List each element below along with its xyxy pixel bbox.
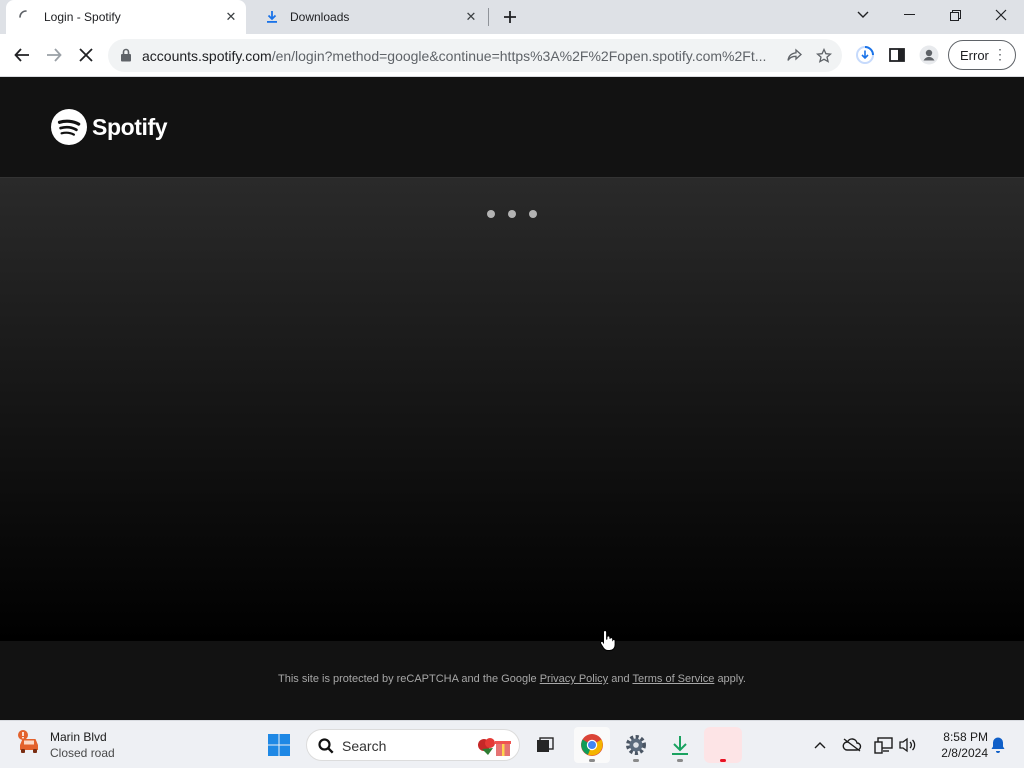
spotify-wordmark: Spotify [92,113,168,140]
close-tab-icon[interactable]: ✕ [220,6,242,28]
error-button[interactable]: Error ⋮ [948,40,1016,70]
address-bar[interactable]: accounts.spotify.com/en/login?method=goo… [108,39,842,72]
weather-location: Marin Blvd [50,730,107,744]
terms-of-service-link[interactable]: Terms of Service [632,673,714,685]
minimize-icon[interactable] [886,0,932,30]
tab-login-spotify[interactable]: Login - Spotify ✕ [6,0,246,34]
restore-icon[interactable] [932,0,978,30]
page-viewport: Spotify This site is protected by reCAPT… [0,77,1024,720]
task-view-icon [537,737,554,752]
settings-taskbar-button[interactable] [618,727,654,763]
chevron-up-icon[interactable] [808,733,832,757]
side-panel-icon[interactable] [883,41,911,69]
clock-time: 8:58 PM [943,730,988,744]
bookmark-star-icon[interactable] [814,46,834,66]
tab-title: Login - Spotify [44,10,121,24]
login-content-area [0,177,1024,641]
url-host: accounts.spotify.com [142,48,272,64]
privacy-policy-link[interactable]: Privacy Policy [540,673,608,685]
onedrive-offline-icon[interactable] [840,733,864,757]
recaptcha-and-text: and [611,673,630,685]
app-flash-highlight [704,727,742,763]
loading-dot [508,210,516,218]
spotify-logo-icon [51,109,87,145]
tab-separator [488,8,489,26]
back-icon[interactable] [8,41,36,69]
attention-indicator [720,759,726,762]
stop-loading-icon[interactable] [72,41,100,69]
start-button[interactable] [261,727,297,763]
weather-widget[interactable]: Marin Blvd Closed road [16,729,115,761]
tab-downloads[interactable]: Downloads ✕ [252,0,486,34]
loading-dot [487,210,495,218]
download-icon [264,9,280,25]
flashing-app-taskbar-button[interactable] [704,727,742,763]
gear-icon [626,735,646,755]
loading-spinner-icon [18,9,34,25]
url-path: /en/login?method=google&continue=https%3… [271,48,767,64]
task-view-button[interactable] [527,727,563,763]
network-icon[interactable] [872,733,896,757]
share-icon[interactable] [784,46,804,66]
spotify-header: Spotify [0,77,1024,177]
more-vert-icon: ⋮ [993,46,1007,62]
running-indicator [677,759,683,762]
windows-taskbar: Marin Blvd Closed road Search 8:58 PM 2/… [0,720,1024,768]
downloads-progress-icon[interactable] [851,41,879,69]
downloads-taskbar-button[interactable] [662,727,698,763]
system-clock[interactable]: 8:58 PM 2/8/2024 [928,729,988,761]
clock-date: 2/8/2024 [941,746,988,760]
spotify-logo[interactable]: Spotify [51,109,168,145]
weather-status: Closed road [50,746,115,760]
search-icon [318,738,334,754]
recaptcha-notice: This site is protected by reCAPTCHA and … [0,673,1024,685]
tab-strip: Login - Spotify ✕ Downloads ✕ [0,0,1024,34]
download-arrow-icon [672,736,688,755]
recaptcha-text: This site is protected by reCAPTCHA and … [278,673,537,685]
notification-bell-icon[interactable] [986,733,1010,757]
hand-pointer-cursor-icon [600,629,616,656]
chrome-icon [581,734,603,756]
url-text[interactable]: accounts.spotify.com/en/login?method=goo… [142,48,772,64]
forward-icon[interactable] [40,41,68,69]
profile-avatar-icon[interactable] [915,41,943,69]
recaptcha-apply-text: apply. [717,673,746,685]
loading-dots-indicator [487,210,537,220]
close-tab-icon[interactable]: ✕ [460,6,482,28]
close-window-icon[interactable] [978,0,1024,30]
running-indicator [633,759,639,762]
browser-toolbar: accounts.spotify.com/en/login?method=goo… [0,34,1024,77]
windows-logo-icon [268,734,290,756]
recaptcha-footer: This site is protected by reCAPTCHA and … [0,641,1024,720]
tab-search-icon[interactable] [840,0,886,30]
search-placeholder: Search [342,738,387,754]
taskbar-search[interactable]: Search [306,729,520,761]
running-indicator [589,759,595,762]
tab-title: Downloads [290,10,350,24]
new-tab-button[interactable] [498,5,522,29]
loading-dot [529,210,537,218]
search-highlight-gift-icon [478,738,511,756]
traffic-alert-icon [18,730,38,753]
chrome-taskbar-button[interactable] [574,727,610,763]
volume-icon[interactable] [896,733,920,757]
lock-icon[interactable] [120,48,132,67]
error-label: Error [960,47,989,63]
